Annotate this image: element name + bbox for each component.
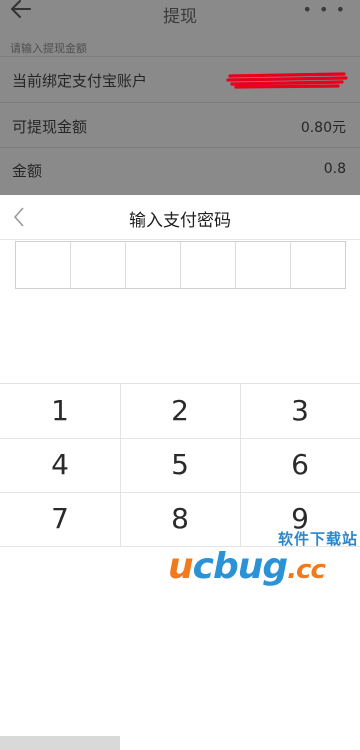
pin-digit-3 [126, 242, 181, 288]
pin-input[interactable] [15, 241, 346, 289]
pin-digit-5 [236, 242, 291, 288]
sheet-header: 输入支付密码 [0, 195, 360, 240]
key-7[interactable]: 7 [0, 492, 120, 546]
pin-digit-6 [291, 242, 345, 288]
pin-digit-2 [71, 242, 126, 288]
key-1[interactable]: 1 [0, 384, 120, 438]
top-bar: 提现 • • • [0, 0, 360, 27]
divider [0, 102, 360, 103]
key-3[interactable]: 3 [240, 384, 360, 438]
amount-hint: 请输入提现金额 [10, 42, 87, 55]
keypad-bottom-key[interactable] [0, 736, 120, 750]
watermark-brand-bug: bug [212, 546, 288, 587]
pin-digit-1 [16, 242, 71, 288]
background-page: 提现 • • • 请输入提现金额 当前绑定支付宝账户 可提现金额 0.80元 金… [0, 0, 360, 195]
pin-digit-4 [181, 242, 236, 288]
more-menu-icon[interactable]: • • • [303, 0, 346, 19]
amount-label: 金额 [12, 162, 43, 180]
watermark-brand-u: u [168, 546, 194, 587]
redacted-account-mark [226, 72, 348, 89]
watermark-logo: 软件下载站 ucbug.cc [168, 520, 358, 598]
available-amount-value: 0.80元 [300, 120, 346, 136]
available-amount-label: 可提现金额 [12, 118, 88, 136]
key-6[interactable]: 6 [240, 438, 360, 492]
key-2[interactable]: 2 [120, 384, 240, 438]
key-4[interactable]: 4 [0, 438, 120, 492]
watermark-brand: ucbug.cc [168, 546, 326, 587]
divider [0, 56, 360, 57]
alipay-account-label: 当前绑定支付宝账户 [12, 72, 148, 90]
amount-row[interactable]: 金额 0.8 [0, 148, 360, 190]
available-amount-row: 可提现金额 0.80元 [0, 104, 360, 146]
watermark-brand-c: c [192, 546, 214, 587]
watermark-brand-tld: .cc [287, 555, 326, 585]
amount-value: 0.8 [323, 161, 346, 177]
key-5[interactable]: 5 [120, 438, 240, 492]
sheet-title: 输入支付密码 [129, 211, 231, 231]
